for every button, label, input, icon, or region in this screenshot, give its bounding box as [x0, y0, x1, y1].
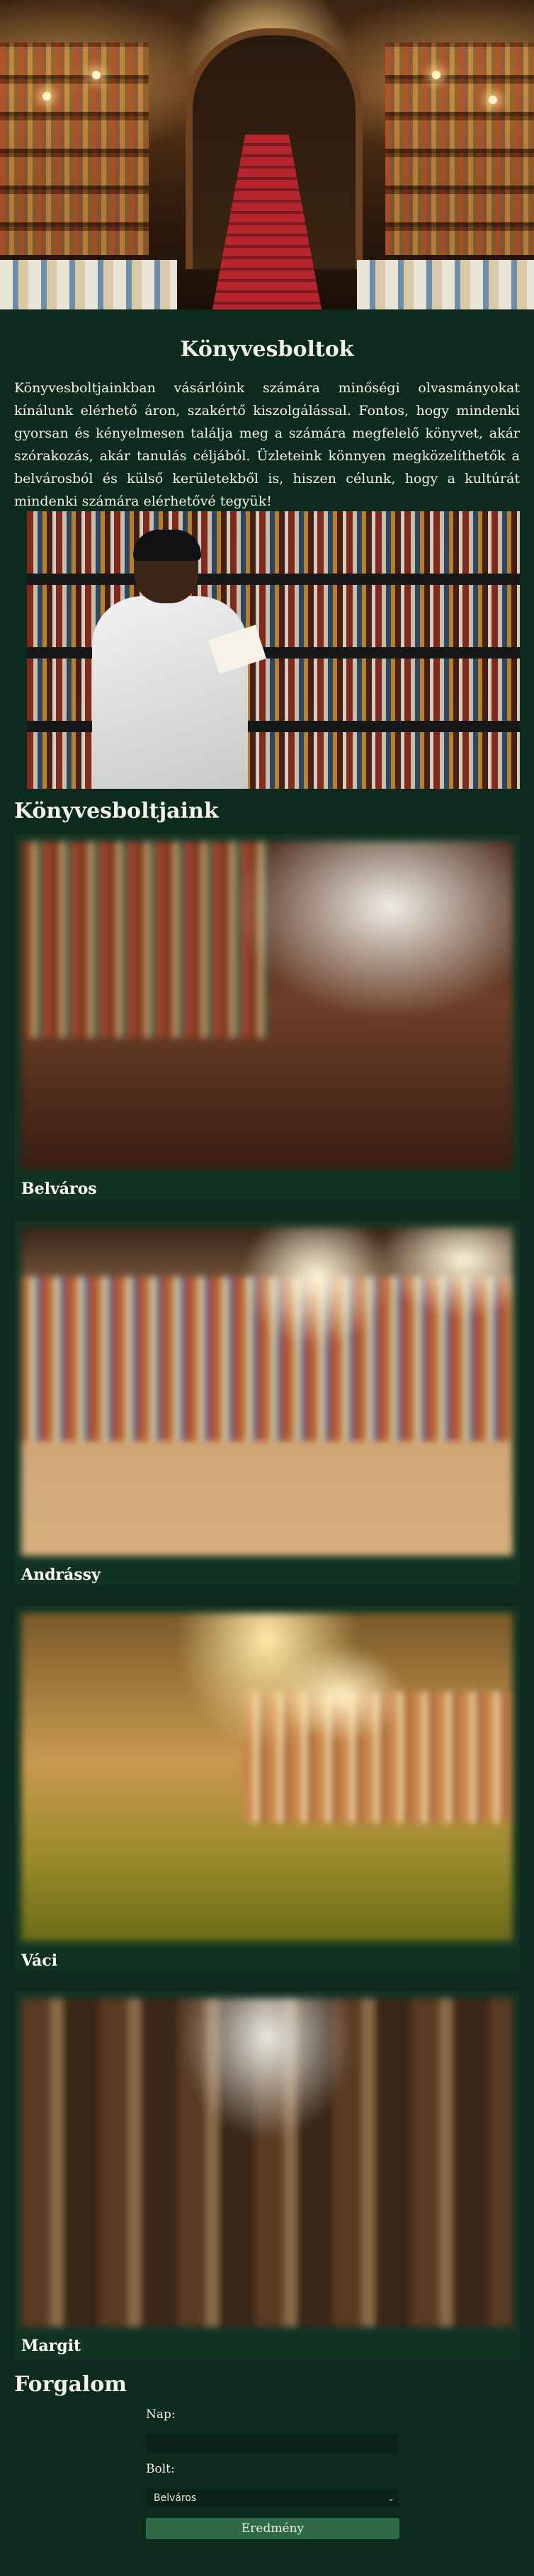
- store-photo: [21, 841, 513, 1170]
- hero-lamp: [42, 92, 51, 101]
- day-input[interactable]: [146, 2434, 399, 2454]
- page-title: Könyvesboltok: [180, 337, 354, 362]
- day-label: Nap:: [146, 2407, 176, 2422]
- result-button[interactable]: Eredmény: [146, 2518, 399, 2539]
- traffic-section-title: Forgalom: [14, 2372, 127, 2397]
- store-name: Váci: [21, 1951, 58, 1970]
- store-label: Bolt:: [146, 2462, 175, 2476]
- store-card-belvaros[interactable]: Belváros: [14, 834, 520, 1199]
- hero-lamp: [432, 71, 441, 79]
- stores-section-title: Könyvesboltjaink: [14, 799, 219, 823]
- hero-left-books: [0, 42, 149, 255]
- store-name: Belváros: [21, 1180, 97, 1198]
- hero-right-book-table: [357, 260, 534, 309]
- store-card-andrassy[interactable]: Andrássy: [14, 1220, 520, 1585]
- store-photo: [21, 1227, 513, 1556]
- store-card-margit[interactable]: Margit: [14, 1991, 520, 2359]
- store-card-vaci[interactable]: Váci: [14, 1606, 520, 1971]
- hero-library-photo: [0, 0, 534, 309]
- store-name: Andrássy: [21, 1566, 101, 1584]
- intro-paragraph: Könyvesboltjainkban vásárlóink számára m…: [14, 380, 520, 509]
- hero-right-books: [385, 42, 534, 255]
- hero-lamp: [92, 71, 101, 79]
- store-name: Margit: [21, 2337, 81, 2355]
- reader-photo: [27, 511, 520, 789]
- store-select[interactable]: Belváros ⌄: [146, 2488, 399, 2508]
- store-photo: [21, 1613, 513, 1942]
- store-photo: [21, 1998, 513, 2327]
- reading-man: [78, 530, 267, 789]
- hero-left-book-table: [0, 260, 177, 309]
- chevron-down-icon: ⌄: [387, 2493, 394, 2503]
- hero-lamp: [489, 96, 497, 104]
- store-select-value: Belváros: [154, 2492, 197, 2504]
